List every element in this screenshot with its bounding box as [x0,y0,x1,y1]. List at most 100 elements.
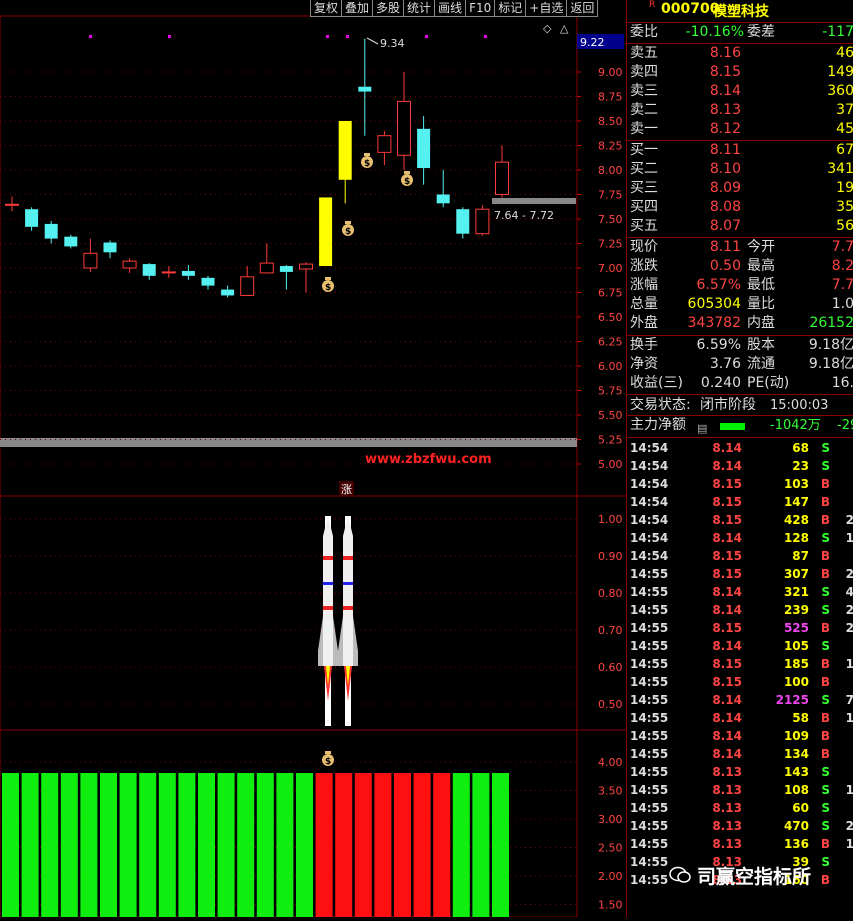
tick-time: 14:55 [630,657,669,671]
tick-price: 8.13 [712,819,742,833]
tick-row[interactable]: 14:55 8.14 58 B 1 [627,709,853,727]
buy-row: 买五 8.07 56 [627,217,853,236]
tick-row[interactable]: 14:54 8.14 23 S [627,457,853,475]
tick-volume: 128 [783,531,809,545]
candle-body[interactable] [44,223,58,239]
f10-button[interactable]: F10 [465,0,496,17]
diamond-icon[interactable]: ◇ [543,22,552,35]
divider [627,437,853,438]
list-icon[interactable]: ▤ [697,419,707,438]
scroll-up-icon[interactable]: △ [560,22,569,35]
tick-row[interactable]: 14:54 8.14 68 S [627,439,853,457]
sell-volume: 149 [827,64,853,80]
candle-body[interactable] [25,209,39,227]
candle-body[interactable] [436,194,450,204]
stock-title: R 000700 模塑科技 [627,0,853,22]
candle-body[interactable] [259,262,274,274]
candle-body[interactable] [377,135,392,153]
tick-row[interactable]: 14:54 8.14 128 S 1 [627,529,853,547]
price-axis-label: 5.50 [598,409,623,422]
multi-stock-button[interactable]: 多股 [372,0,405,17]
candle-body[interactable] [319,197,333,267]
sell-volume: 37 [836,102,853,118]
buy-price: 8.10 [709,161,741,177]
tick-row[interactable]: 14:55 8.15 100 B [627,673,853,691]
candle-body[interactable] [5,203,19,206]
rocket-icon [338,516,358,726]
candle-body[interactable] [161,271,176,274]
indicator-bar [158,773,176,917]
tick-row[interactable]: 14:55 8.14 109 B [627,727,853,745]
tick-row[interactable]: 14:55 8.13 143 S [627,763,853,781]
statistics-button[interactable]: 统计 [403,0,436,17]
candle-body[interactable] [299,263,313,270]
tick-row[interactable]: 14:55 8.13 60 S [627,799,853,817]
tick-row[interactable]: 14:54 8.15 428 B 2 [627,511,853,529]
indicator-bar [492,773,509,917]
tick-row[interactable]: 14:55 8.14 105 S [627,637,853,655]
draw-line-button[interactable]: 画线 [434,0,467,17]
indicator-bar [452,773,470,917]
buy-volume: 341 [827,161,853,177]
tick-row[interactable]: 14:55 8.15 185 B 1 [627,655,853,673]
candle-body[interactable] [279,266,293,272]
stock-name[interactable]: 模塑科技 [713,1,769,21]
tick-time: 14:55 [630,765,669,779]
tick-row[interactable]: 14:55 8.14 321 S 4 [627,583,853,601]
candle-body[interactable] [495,161,509,196]
candle-body[interactable] [201,277,215,286]
tick-time: 14:55 [630,585,669,599]
sub2-axis-label: 1.50 [598,899,623,912]
stat-value: 7.7 [831,277,853,293]
candle-body[interactable] [142,264,156,276]
tick-price: 8.15 [712,657,742,671]
add-watchlist-button[interactable]: +自选 [525,0,568,17]
tick-side: B [820,711,830,725]
indicator-bar [119,773,137,917]
divider [627,394,853,395]
r-badge: R [649,0,656,10]
kline-chart[interactable]: 9.00 8.75 8.50 8.25 8.00 7.75 7.50 7.25 7.00 6.75… [0,0,626,918]
candle-body[interactable] [122,260,137,269]
overlay-button[interactable]: 叠加 [341,0,374,17]
chart-area[interactable]: 9.00 8.75 8.50 8.25 8.00 7.75 7.50 7.25 7.00 6.75… [0,0,626,918]
indicator-bar [256,773,274,917]
tick-row[interactable]: 14:54 8.15 147 B [627,493,853,511]
tick-row[interactable]: 14:55 8.14 134 B [627,745,853,763]
mark-button[interactable]: 标记 [494,0,527,17]
candle-body[interactable] [64,236,78,247]
buy-row: 买四 8.08 35 [627,198,853,217]
sell-volume: 45 [836,121,853,137]
candle-body[interactable] [475,208,490,235]
tick-row[interactable]: 14:54 8.15 87 B [627,547,853,565]
tick-row[interactable]: 14:55 8.13 470 S 2 [627,817,853,835]
candle-body[interactable] [83,252,98,269]
tick-row[interactable]: 14:55 8.14 2125 S 7 [627,691,853,709]
tick-volume: 109 [783,729,809,743]
tick-extra: 2 [845,819,853,833]
candle-body[interactable] [181,270,195,276]
candle-body[interactable] [456,209,470,234]
back-button[interactable]: 返回 [566,0,599,17]
candle-body[interactable] [397,100,411,156]
candle-body[interactable] [358,86,372,92]
tick-time: 14:54 [630,441,669,455]
tick-time: 14:55 [630,819,669,833]
candle-body[interactable] [240,276,255,296]
tick-volume: 239 [783,603,809,617]
tick-row[interactable]: 14:54 8.15 103 B [627,475,853,493]
candle-body[interactable] [103,242,117,253]
candle-body[interactable] [338,121,352,180]
tick-row[interactable]: 14:55 8.14 239 S 2 [627,601,853,619]
candle-body[interactable] [221,289,235,296]
candle-body[interactable] [417,128,431,169]
tick-row[interactable]: 14:55 8.15 525 B 2 [627,619,853,637]
signal-dots [89,35,487,38]
sell-row: 卖二 8.13 37 [627,101,853,120]
stock-code[interactable]: 000700 [661,1,719,17]
fuquan-button[interactable]: 复权 [310,0,343,17]
tick-row[interactable]: 14:55 8.13 108 S 1 [627,781,853,799]
tick-row[interactable]: 14:55 8.15 307 B 2 [627,565,853,583]
sub1-axis-label: 0.60 [598,661,623,674]
tick-row[interactable]: 14:55 8.13 136 B 1 [627,835,853,853]
